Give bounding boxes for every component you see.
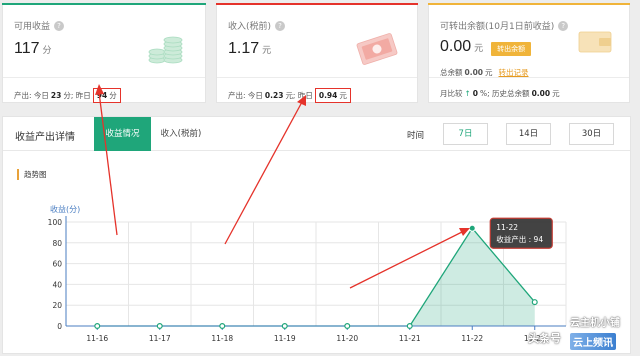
y-tick-label: 20: [52, 301, 62, 310]
data-point: [531, 299, 538, 306]
data-point-active: [468, 224, 476, 232]
watermark-logo: 云上频讯: [570, 333, 616, 350]
x-tick-label: 11-20: [336, 334, 358, 343]
x-tick-label: 11-21: [399, 334, 421, 343]
data-point: [281, 323, 288, 330]
tooltip-value: 收益产出 : 94: [496, 234, 543, 244]
x-tick-label: 11-22: [461, 334, 483, 343]
watermark-brand: 云主机小铺: [570, 318, 620, 329]
y-axis-label: 收益(分): [50, 204, 80, 214]
annotation-arrows: [95, 84, 470, 289]
tooltip-date: 11-22: [496, 223, 518, 232]
y-tick-label: 0: [57, 322, 62, 331]
y-tick-label: 60: [52, 260, 62, 269]
data-point: [406, 323, 413, 330]
y-tick-label: 40: [52, 280, 62, 289]
data-point: [219, 323, 226, 330]
x-tick-label: 11-19: [274, 334, 296, 343]
y-tick-label: 80: [52, 239, 62, 248]
earnings-chart: 收益(分) 0 20 40 60 80 100 11-16 11-17 11-18 11-19 11…: [48, 84, 567, 343]
y-tick-label: 100: [48, 218, 63, 227]
data-point: [156, 323, 163, 330]
x-tick-label: 11-16: [86, 334, 108, 343]
data-point: [94, 323, 101, 330]
watermark-source: 头条号: [528, 332, 561, 345]
x-tick-label: 11-17: [149, 334, 171, 343]
data-point: [344, 323, 351, 330]
x-tick-label: 11-18: [211, 334, 233, 343]
